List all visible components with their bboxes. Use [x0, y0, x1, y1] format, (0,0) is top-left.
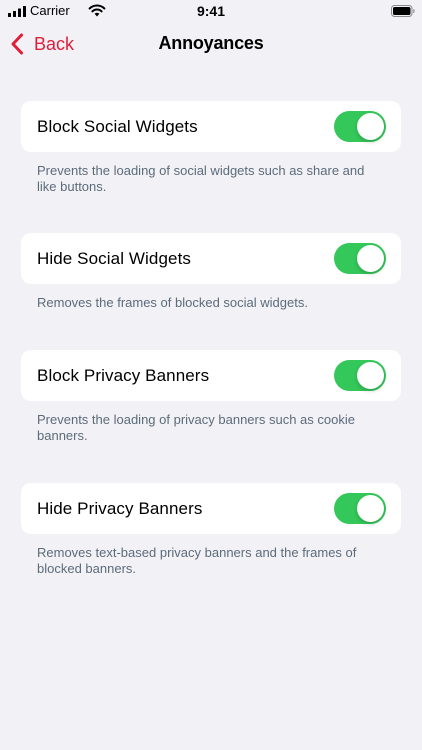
setting-group-hide-privacy-banners: Hide Privacy Banners Removes text-based … [21, 483, 401, 577]
annoyances-screen: Carrier 9:41 Back Annoyances Block Socia… [0, 0, 422, 750]
toggle-knob [357, 495, 384, 522]
toggle-knob [357, 362, 384, 389]
setting-description: Removes text-based privacy banners and t… [37, 545, 357, 576]
setting-description: Removes the frames of blocked social wid… [37, 295, 308, 310]
battery-icon [391, 5, 415, 17]
setting-row: Block Social Widgets [21, 101, 401, 152]
setting-group-hide-social-widgets: Hide Social Widgets Removes the frames o… [21, 233, 401, 311]
status-time: 9:41 [196, 3, 226, 19]
setting-description: Prevents the loading of privacy banners … [37, 412, 355, 443]
toggle-knob [357, 245, 384, 272]
hide-privacy-banners-toggle[interactable] [334, 493, 386, 524]
setting-label: Hide Privacy Banners [37, 498, 203, 518]
setting-label: Block Social Widgets [37, 116, 198, 136]
setting-label: Hide Social Widgets [37, 248, 192, 268]
setting-group-block-privacy-banners: Block Privacy Banners Prevents the loadi… [21, 350, 401, 444]
setting-row: Block Privacy Banners [21, 350, 401, 401]
setting-label: Block Privacy Banners [37, 365, 210, 385]
block-privacy-banners-toggle[interactable] [334, 360, 386, 391]
block-social-widgets-toggle[interactable] [334, 111, 386, 142]
page-title: Annoyances [158, 33, 264, 53]
setting-group-block-social-widgets: Block Social Widgets Prevents the loadin… [21, 101, 401, 195]
setting-row: Hide Privacy Banners [21, 483, 401, 534]
navigation-bar: Back Annoyances [0, 22, 422, 66]
hide-social-widgets-toggle[interactable] [334, 243, 386, 274]
setting-description: Prevents the loading of social widgets s… [37, 163, 365, 194]
status-bar: Carrier 9:41 [0, 0, 422, 22]
setting-row: Hide Social Widgets [21, 233, 401, 284]
toggle-knob [357, 113, 384, 140]
